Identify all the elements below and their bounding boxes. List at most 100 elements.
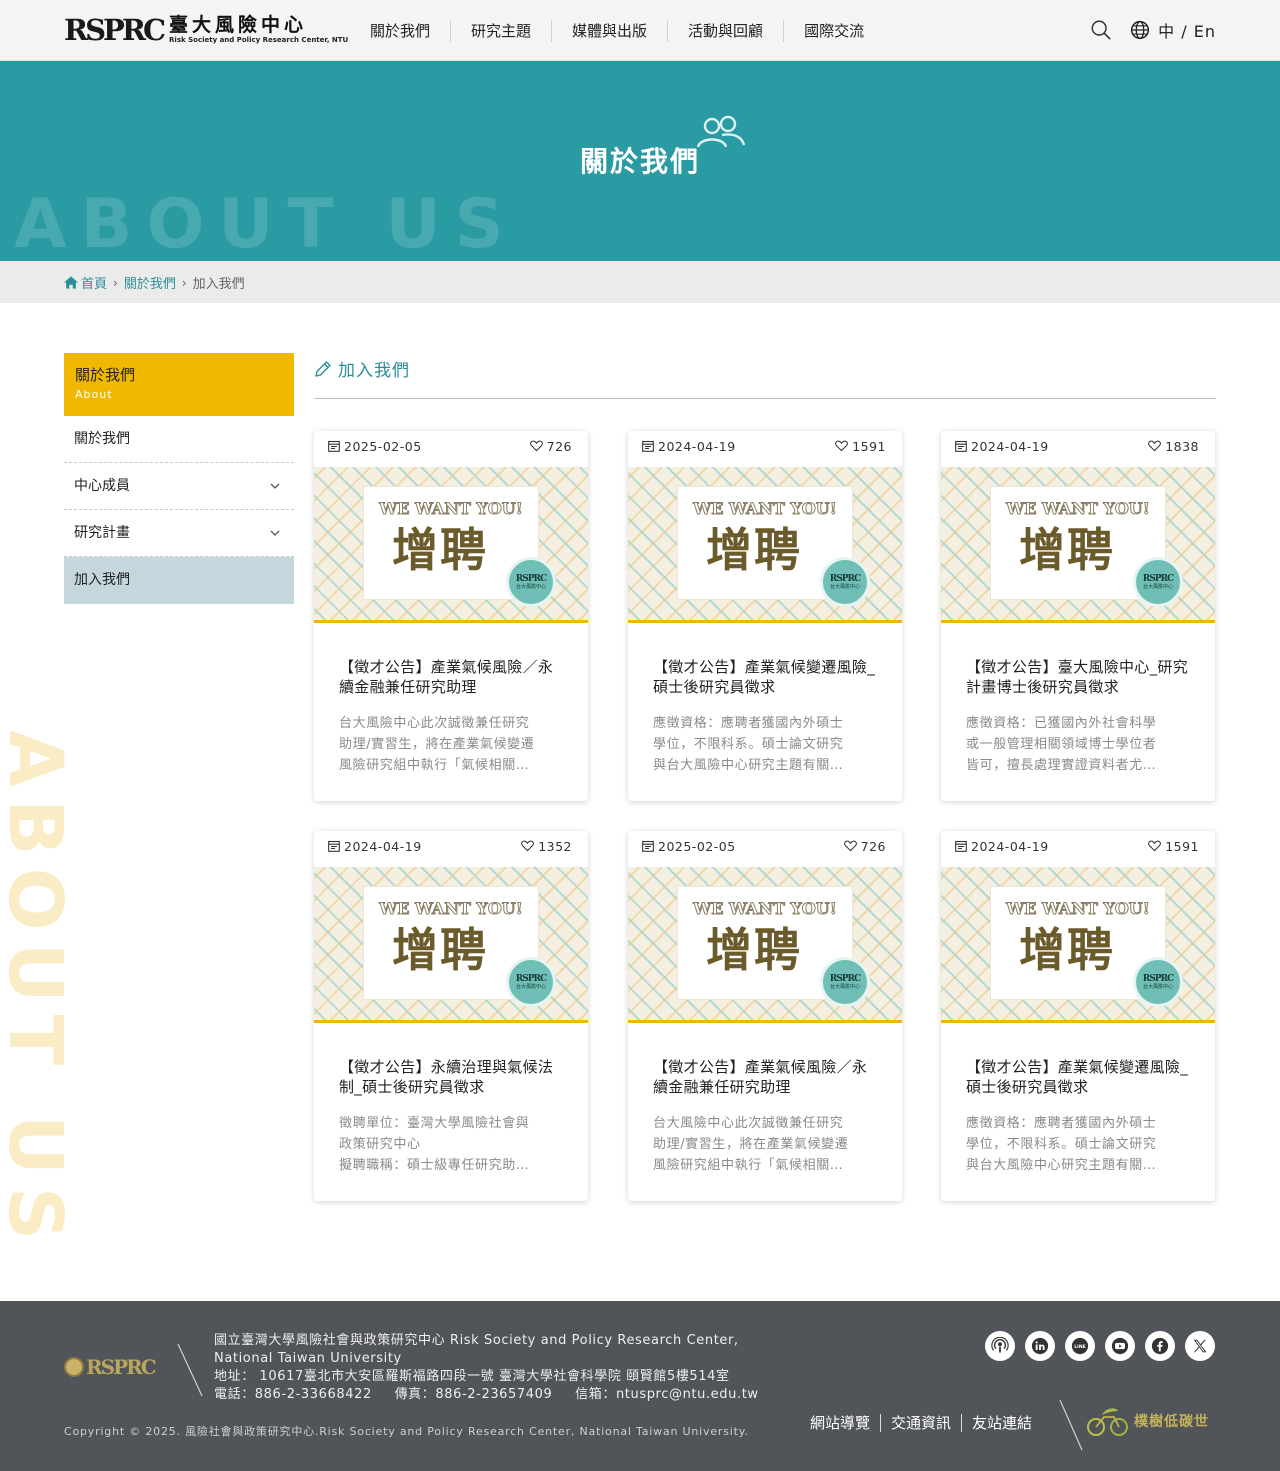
footer-divider — [1059, 1399, 1083, 1451]
linkedin-icon[interactable] — [1025, 1331, 1055, 1361]
nav-item-research[interactable]: 研究主題 — [450, 20, 551, 42]
breadcrumb-parent[interactable]: 關於我們 — [124, 273, 176, 292]
page-banner: ABOUT US 關於我們 — [0, 61, 1280, 261]
footer-email[interactable]: 信箱：ntusprc@ntu.edu.tw — [575, 1387, 758, 1402]
section-heading: 加入我們 — [314, 356, 410, 381]
poster-seal: RSPRC 台大風險中心 — [506, 957, 556, 1007]
main-nav: 關於我們 研究主題 媒體與出版 活動與回顧 國際交流 — [350, 20, 884, 42]
card-title[interactable]: 【徵才公告】產業氣候變遷風險_碩士後研究員徵求 — [966, 1057, 1193, 1097]
card-image[interactable]: WE WANT YOU! 增聘 RSPRC 台大風險中心 — [314, 467, 588, 623]
ntu-seal-icon — [64, 1357, 84, 1377]
nav-item-events[interactable]: 活動與回顧 — [667, 20, 783, 42]
footer-logo[interactable]: RSPRC — [64, 1355, 157, 1379]
footer-link-friends[interactable]: 友站連結 — [961, 1414, 1042, 1432]
card-likes-count: 1352 — [538, 839, 572, 854]
breadcrumb-home[interactable]: 首頁 — [81, 273, 107, 292]
recruit-poster: WE WANT YOU! 增聘 RSPRC 台大風險中心 — [364, 887, 556, 1007]
line-icon[interactable]: LINE — [1065, 1331, 1095, 1361]
card-meta: 2025-02-05 726 — [328, 439, 572, 457]
seal-caption: 台大風險中心 — [515, 983, 546, 990]
card-likes-count: 1591 — [852, 439, 886, 454]
podcast-icon[interactable] — [985, 1331, 1015, 1361]
sidebar-item-label: 加入我們 — [74, 572, 130, 588]
job-card[interactable]: 2024-04-19 1591 WE WANT YOU! 增聘 RSPRC 台大風… — [628, 431, 902, 801]
youtube-icon[interactable] — [1105, 1331, 1135, 1361]
job-card[interactable]: 2024-04-19 1838 WE WANT YOU! 增聘 RSPRC 台大風… — [941, 431, 1215, 801]
card-excerpt: 應徵資格：已獲國內外社會科學 或一般管理相關領域博士學位者 皆可，擅長處理實證資… — [966, 716, 1157, 773]
sidebar-item-join[interactable]: 加入我們 — [64, 557, 294, 604]
footer-address: 地址： 10617臺北市大安區羅斯福路四段一號 臺灣大學社會科學院 頤賢館5樓5… — [214, 1369, 730, 1384]
card-likes[interactable]: 1838 — [1148, 439, 1199, 454]
job-card[interactable]: 2025-02-05 726 WE WANT YOU! 增聘 RSPRC 台大風險… — [314, 431, 588, 801]
card-likes-count: 1838 — [1165, 439, 1199, 454]
heart-icon — [843, 840, 857, 852]
site-logo[interactable]: RSPRC 臺大風險中心 Risk Society and Policy Res… — [64, 12, 348, 48]
job-card[interactable]: 2024-04-19 1591 WE WANT YOU! 增聘 RSPRC 台大風… — [941, 831, 1215, 1201]
search-icon[interactable] — [1090, 19, 1112, 41]
sidebar-item-about[interactable]: 關於我們 — [64, 416, 294, 463]
nav-item-media[interactable]: 媒體與出版 — [551, 20, 667, 42]
sidebar-item-projects[interactable]: 研究計畫 — [64, 510, 294, 557]
card-image[interactable]: WE WANT YOU! 增聘 RSPRC 台大風險中心 — [941, 867, 1215, 1023]
footer-link-transport[interactable]: 交通資訊 — [880, 1414, 961, 1432]
chevron-down-icon — [270, 530, 280, 536]
poster-headline: 增聘 — [392, 923, 488, 977]
card-likes[interactable]: 1591 — [1148, 839, 1199, 854]
card-title[interactable]: 【徵才公告】臺大風險中心_研究計畫博士後研究員徵求 — [966, 657, 1193, 697]
poster-seal: RSPRC 台大風險中心 — [820, 557, 870, 607]
card-image[interactable]: WE WANT YOU! 增聘 RSPRC 台大風險中心 — [941, 467, 1215, 623]
logo-cn: 臺大風險中心 — [169, 14, 308, 36]
card-likes[interactable]: 726 — [529, 439, 572, 454]
poster-tagline: WE WANT YOU! — [379, 499, 524, 519]
card-excerpt: 台大風險中心此次誠徵兼任研究 助理/實習生，將在產業氣候變遷 風險研究組中執行「… — [653, 1116, 849, 1173]
footer-org-line2: National Taiwan University — [214, 1351, 402, 1366]
seal-logo: RSPRC — [829, 973, 861, 984]
poster-tagline: WE WANT YOU! — [1006, 499, 1151, 519]
sidebar-item-members[interactable]: 中心成員 — [64, 463, 294, 510]
card-title[interactable]: 【徵才公告】產業氣候變遷風險_碩士後研究員徵求 — [653, 657, 880, 697]
facebook-icon[interactable] — [1145, 1331, 1175, 1361]
breadcrumb: 首頁 › 關於我們 › 加入我們 — [64, 273, 245, 292]
seal-logo: RSPRC — [1142, 573, 1174, 584]
card-image[interactable]: WE WANT YOU! 增聘 RSPRC 台大風險中心 — [628, 867, 902, 1023]
x-icon[interactable] — [1185, 1331, 1215, 1361]
eco-badge[interactable]: 樸樹低碳世 — [1086, 1405, 1209, 1437]
sidebar-item-label: 中心成員 — [74, 478, 130, 494]
nav-item-about[interactable]: 關於我們 — [350, 20, 450, 42]
language-switch[interactable]: 中 / En — [1158, 18, 1216, 42]
card-title[interactable]: 【徵才公告】產業氣候風險／永續金融兼任研究助理 — [339, 657, 566, 697]
poster-headline: 增聘 — [706, 523, 802, 577]
card-likes[interactable]: 726 — [843, 839, 886, 854]
heart-icon — [835, 440, 849, 452]
card-likes[interactable]: 1352 — [521, 839, 572, 854]
card-image[interactable]: WE WANT YOU! 增聘 RSPRC 台大風險中心 — [314, 867, 588, 1023]
card-image[interactable]: WE WANT YOU! 增聘 RSPRC 台大風險中心 — [628, 467, 902, 623]
pencil-icon — [315, 360, 331, 377]
side-watermark: ABOUT US — [0, 730, 80, 1290]
site-footer: RSPRC 國立臺灣大學風險社會與政策研究中心 Risk Society and… — [0, 1301, 1280, 1471]
footer-fax: 傳真：886-2-23657409 — [394, 1387, 553, 1402]
heart-icon — [1148, 840, 1162, 852]
poster-seal: RSPRC 台大風險中心 — [506, 557, 556, 607]
poster-headline: 增聘 — [1019, 923, 1115, 977]
card-meta: 2024-04-19 1591 — [955, 839, 1199, 857]
side-watermark-text: ABOUT US — [0, 730, 78, 1253]
poster-tagline: WE WANT YOU! — [379, 899, 524, 919]
site-header: RSPRC 臺大風險中心 Risk Society and Policy Res… — [0, 0, 1280, 61]
footer-contact-row: 電話：886-2-33668422 傳真：886-2-23657409 信箱：n… — [214, 1386, 777, 1404]
card-likes[interactable]: 1591 — [835, 439, 886, 454]
heart-icon — [1148, 440, 1162, 452]
nav-item-international[interactable]: 國際交流 — [783, 20, 884, 42]
card-date: 2024-04-19 — [328, 839, 422, 854]
footer-logo-mark: RSPRC — [86, 1355, 157, 1379]
home-icon[interactable] — [64, 276, 78, 289]
job-card[interactable]: 2024-04-19 1352 WE WANT YOU! 增聘 RSPRC 台大風… — [314, 831, 588, 1201]
social-links: LINE — [975, 1331, 1215, 1361]
card-likes-count: 726 — [860, 839, 886, 854]
card-title[interactable]: 【徵才公告】產業氣候風險／永續金融兼任研究助理 — [653, 1057, 880, 1097]
recruit-poster: WE WANT YOU! 增聘 RSPRC 台大風險中心 — [991, 487, 1183, 607]
job-card[interactable]: 2025-02-05 726 WE WANT YOU! 增聘 RSPRC 台大風險… — [628, 831, 902, 1201]
card-title[interactable]: 【徵才公告】永續治理與氣候法制_碩士後研究員徵求 — [339, 1057, 566, 1097]
card-date-text: 2024-04-19 — [971, 439, 1049, 454]
footer-link-sitemap[interactable]: 網站導覽 — [810, 1414, 880, 1432]
